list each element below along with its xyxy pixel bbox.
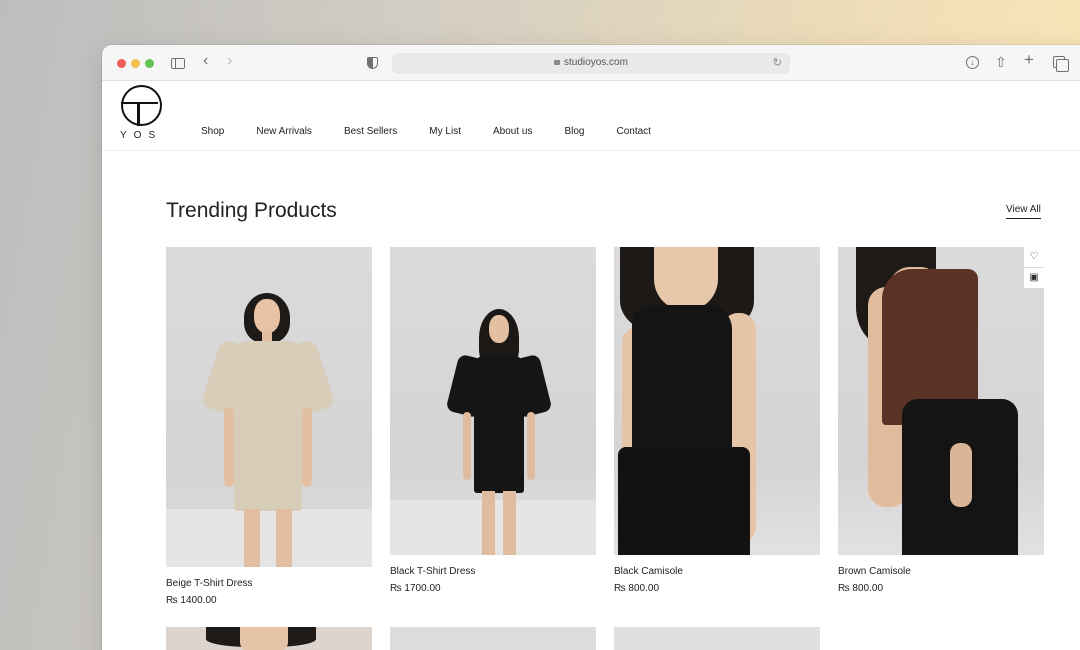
product-image[interactable]: [390, 627, 596, 650]
heart-icon[interactable]: ♡: [1024, 247, 1044, 267]
product-image[interactable]: [390, 247, 596, 555]
forward-arrow-icon[interactable]: ›: [227, 53, 232, 69]
product-image[interactable]: [614, 627, 820, 650]
product-card[interactable]: Black Camisole ₨ 800.00: [614, 247, 820, 607]
nav-best-sellers[interactable]: Best Sellers: [344, 126, 397, 137]
download-icon[interactable]: ↓: [966, 56, 979, 69]
minimize-window-button[interactable]: [131, 59, 140, 68]
product-price: ₨ 800.00: [838, 583, 884, 594]
privacy-shield-icon[interactable]: [367, 57, 378, 69]
address-url: studioyos.com: [564, 57, 628, 68]
share-icon[interactable]: ⇧: [995, 54, 1007, 70]
product-image[interactable]: [838, 247, 1044, 555]
product-price: ₨ 1700.00: [390, 583, 441, 594]
main-nav: Shop New Arrivals Best Sellers My List A…: [201, 126, 683, 137]
product-card[interactable]: Brown Camisole ₨ 800.00 ♡ ▣: [838, 247, 1044, 607]
product-image[interactable]: [166, 627, 372, 650]
tab-overview-icon[interactable]: [1053, 56, 1069, 72]
reload-icon[interactable]: ↻: [773, 56, 782, 69]
product-image[interactable]: [166, 247, 372, 567]
product-card[interactable]: Black T-Shirt Dress ₨ 1700.00: [390, 247, 596, 607]
product-name[interactable]: Black T-Shirt Dress: [390, 566, 475, 577]
address-bar[interactable]: studioyos.com ↻: [392, 53, 790, 74]
lock-icon: [554, 60, 561, 65]
back-arrow-icon[interactable]: ‹: [203, 53, 208, 69]
logo-text: YOS: [120, 130, 163, 141]
nav-my-list[interactable]: My List: [429, 126, 461, 137]
product-price: ₨ 1400.00: [166, 595, 217, 606]
nav-blog[interactable]: Blog: [564, 126, 584, 137]
cart-icon[interactable]: ▣: [1024, 268, 1044, 288]
site-logo[interactable]: YOS: [119, 85, 165, 143]
product-garment: [632, 305, 732, 455]
close-window-button[interactable]: [117, 59, 126, 68]
sidebar-toggle-icon[interactable]: [171, 58, 185, 69]
section-title: Trending Products: [166, 199, 337, 222]
nav-shop[interactable]: Shop: [201, 126, 224, 137]
browser-window: ‹ › studioyos.com ↻ ↓ ⇧ + YOS Shop New A…: [102, 45, 1080, 650]
product-name[interactable]: Black Camisole: [614, 566, 683, 577]
product-card[interactable]: Beige T-Shirt Dress ₨ 1400.00: [166, 247, 372, 627]
nav-about-us[interactable]: About us: [493, 126, 532, 137]
product-name[interactable]: Beige T-Shirt Dress: [166, 578, 253, 589]
product-image[interactable]: [614, 247, 820, 555]
nav-contact[interactable]: Contact: [616, 126, 650, 137]
new-tab-icon[interactable]: +: [1024, 51, 1034, 68]
product-price: ₨ 800.00: [614, 583, 660, 594]
nav-new-arrivals[interactable]: New Arrivals: [256, 126, 312, 137]
logo-mark: [121, 85, 162, 126]
browser-toolbar: ‹ › studioyos.com ↻ ↓ ⇧ +: [102, 45, 1080, 81]
zoom-window-button[interactable]: [145, 59, 154, 68]
view-all-link[interactable]: View All: [1006, 204, 1041, 219]
product-name[interactable]: Brown Camisole: [838, 566, 911, 577]
site-header: YOS Shop New Arrivals Best Sellers My Li…: [102, 81, 1080, 151]
